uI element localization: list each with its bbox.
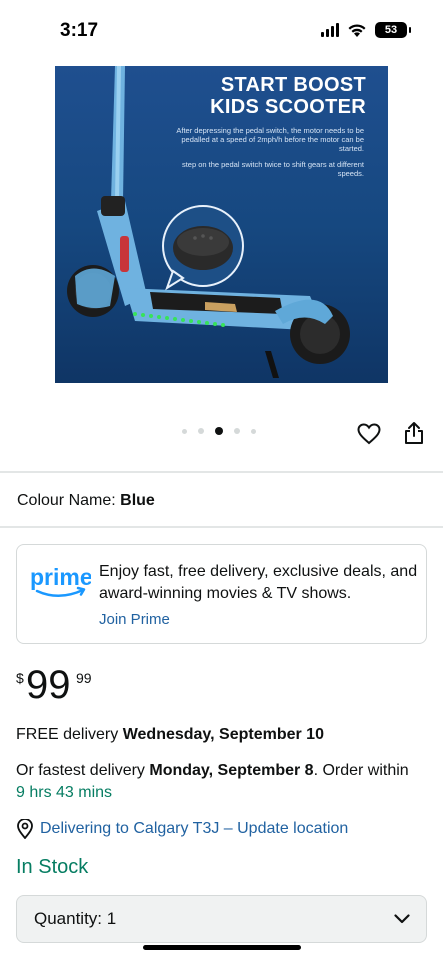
home-indicator	[143, 945, 301, 950]
status-icons: 53	[321, 22, 411, 38]
quantity-text: Quantity: 1	[34, 909, 116, 929]
status-time: 3:17	[60, 20, 99, 41]
image-title: START BOOST KIDS SCOOTER	[210, 74, 366, 118]
free-delivery-prefix: FREE delivery	[16, 726, 123, 743]
free-delivery-info: FREE delivery Wednesday, September 10	[16, 724, 416, 746]
quantity-label: Quantity:	[34, 909, 107, 928]
carousel-indicator	[182, 427, 256, 435]
fastest-delivery-prefix: Or fastest delivery	[16, 762, 150, 779]
image-caption-2: step on the pedal switch twice to shift …	[181, 160, 364, 178]
delivery-countdown: 9 hrs 43 mins	[16, 784, 113, 801]
battery-icon: 53	[375, 22, 411, 38]
order-within-text: . Order within	[313, 762, 409, 779]
colour-label: Colour Name:	[17, 492, 116, 509]
image-caption-1: After depressing the pedal switch, the m…	[176, 126, 364, 153]
carousel-dot	[198, 428, 204, 434]
wifi-icon	[348, 23, 366, 37]
prime-description: Enjoy fast, free delivery, exclusive dea…	[99, 563, 418, 602]
share-button[interactable]	[400, 419, 428, 447]
signal-icon	[321, 23, 339, 37]
carousel-dot	[234, 428, 240, 434]
product-image[interactable]: START BOOST KIDS SCOOTER After depressin…	[55, 66, 388, 383]
heart-icon	[357, 423, 381, 445]
fastest-delivery-info: Or fastest delivery Monday, September 8.…	[16, 760, 416, 804]
carousel-dot	[182, 428, 187, 434]
chevron-down-icon	[394, 914, 410, 924]
quantity-value: 1	[106, 909, 117, 928]
prime-logo: prime	[30, 564, 91, 597]
status-bar: 3:17 53	[0, 0, 443, 60]
colour-value: Blue	[120, 492, 155, 509]
colour-selection[interactable]: Colour Name: Blue	[17, 492, 155, 510]
battery-level: 53	[384, 24, 398, 36]
fastest-delivery-date: Monday, September 8	[149, 762, 314, 779]
carousel-dot-active	[215, 427, 223, 435]
divider	[0, 471, 443, 473]
delivery-location-text: Delivering to Calgary T3J – Update locat…	[40, 820, 349, 837]
prime-logo-text: prime	[30, 564, 91, 590]
join-prime-link[interactable]: Join Prime	[99, 611, 170, 628]
share-icon	[405, 422, 423, 444]
price-fraction: 99	[76, 670, 92, 686]
prime-card[interactable]: prime Enjoy fast, free delivery, exclusi…	[16, 544, 427, 644]
quantity-selector[interactable]: Quantity: 1	[16, 895, 427, 943]
image-title-line2: KIDS SCOOTER	[210, 96, 366, 118]
divider	[0, 526, 443, 528]
wishlist-button[interactable]	[355, 420, 383, 448]
carousel-dot	[251, 428, 256, 434]
price-symbol: $	[16, 670, 24, 686]
image-title-line1: START BOOST	[220, 74, 366, 96]
location-pin-icon	[17, 819, 33, 839]
free-delivery-date: Wednesday, September 10	[122, 726, 324, 743]
stock-status: In Stock	[16, 856, 89, 878]
delivery-location-link[interactable]: Delivering to Calgary T3J – Update locat…	[16, 819, 348, 839]
price-whole: 99	[26, 663, 71, 707]
